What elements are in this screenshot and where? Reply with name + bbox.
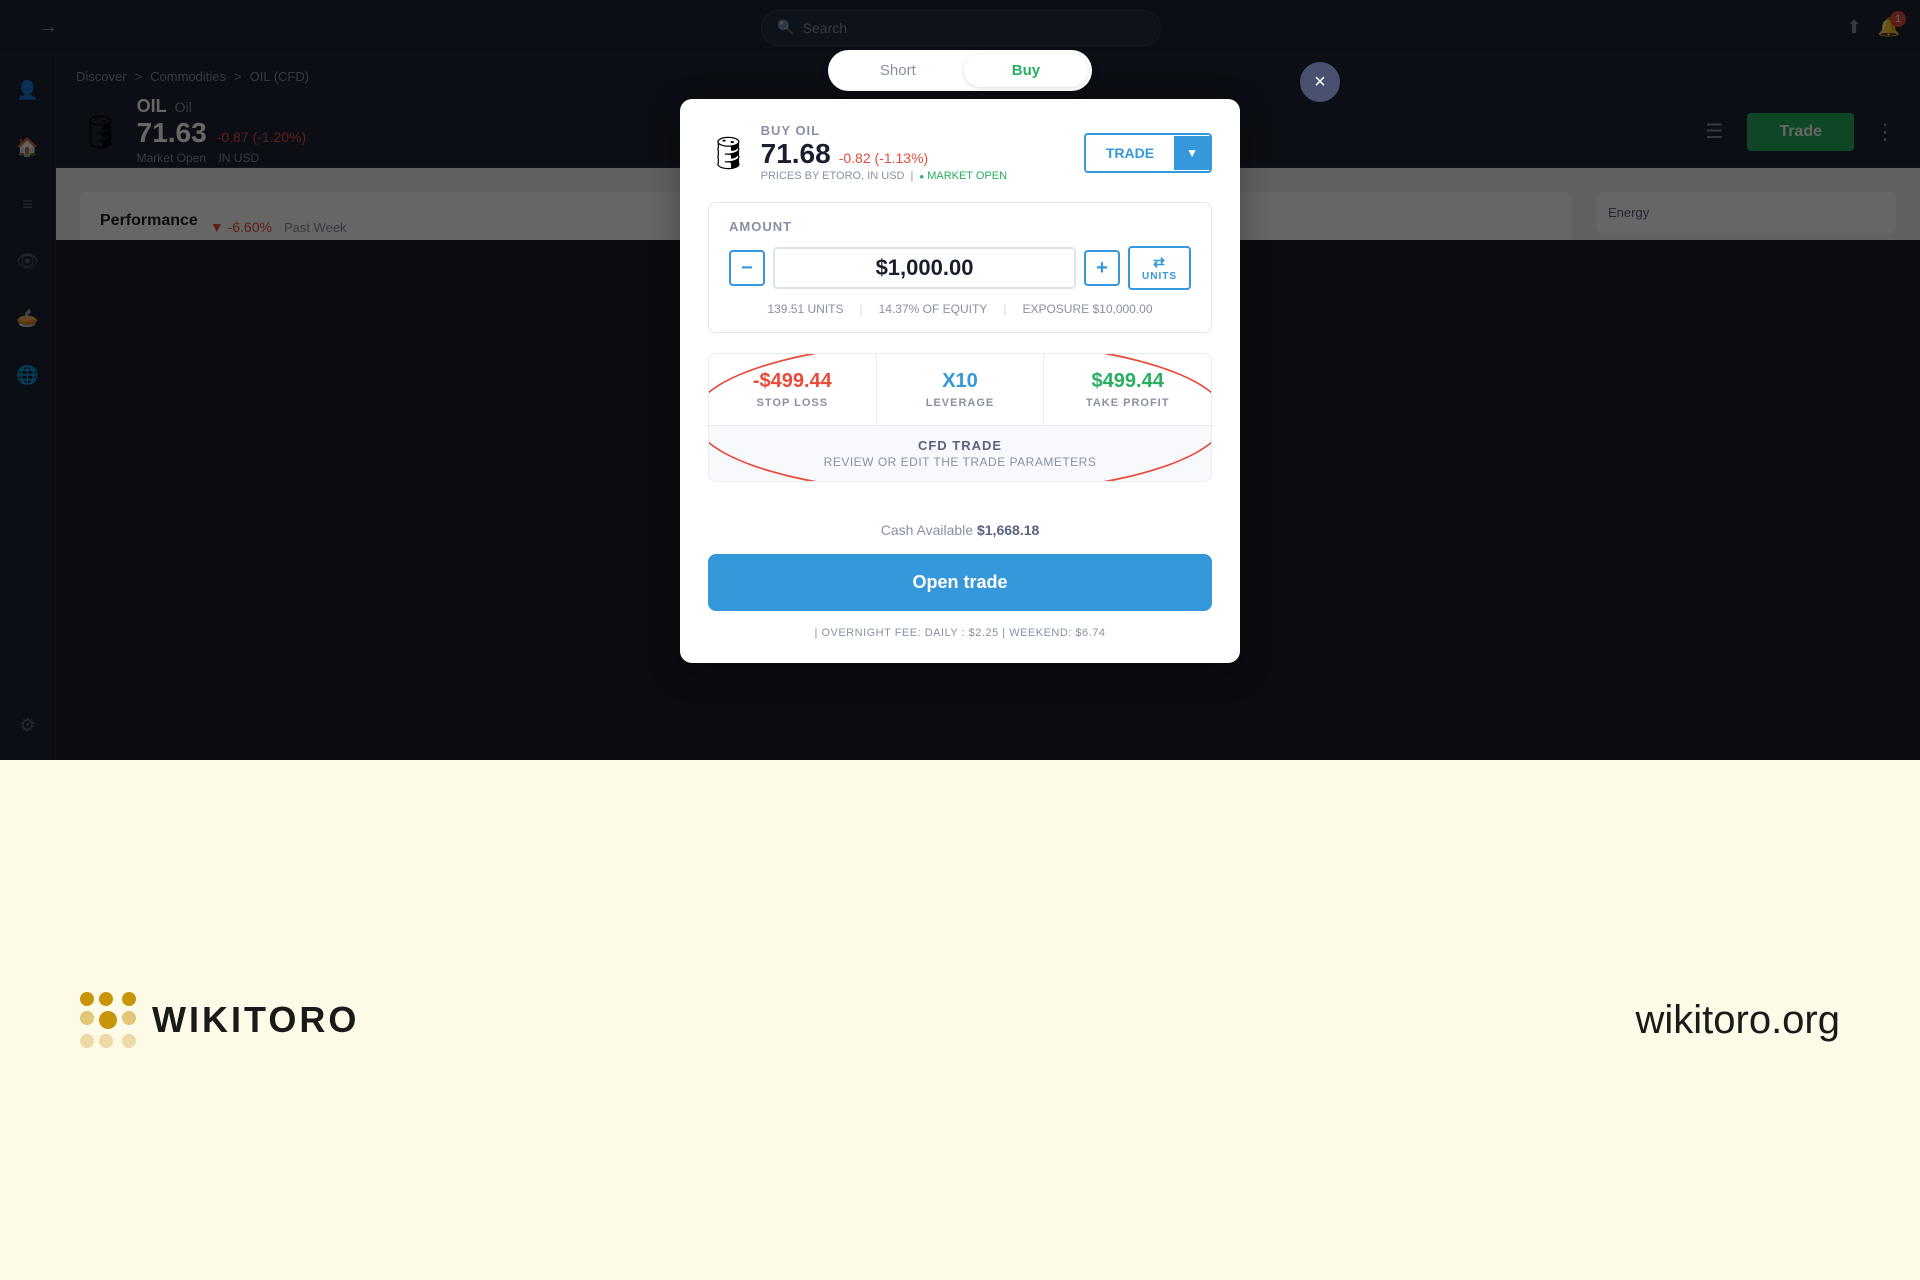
footer: WIKITORO wikitoro.org bbox=[0, 760, 1920, 1280]
leverage-value: X10 bbox=[889, 370, 1032, 393]
decrease-amount-button[interactable]: − bbox=[729, 250, 765, 286]
modal-asset-left: 🛢 BUY OIL 71.68 -0.82 (-1.13%) PRICES BY… bbox=[708, 123, 1007, 182]
amount-units: 139.51 UNITS bbox=[767, 302, 843, 316]
overnight-fee: | OVERNIGHT FEE: DAILY : $2.25 | WEEKEND… bbox=[708, 627, 1212, 639]
take-profit-value: $499.44 bbox=[1056, 370, 1199, 393]
logo-dot bbox=[80, 992, 94, 1006]
amount-section: AMOUNT − $1,000.00 + ⇄ UNITS 139.51 UNIT… bbox=[708, 202, 1212, 333]
logo-dots-grid bbox=[80, 992, 136, 1048]
stop-loss-value: -$499.44 bbox=[721, 370, 864, 393]
tab-buy[interactable]: Buy bbox=[964, 54, 1088, 87]
trade-dropdown-button[interactable]: TRADE bbox=[1086, 135, 1174, 171]
market-open-indicator: ● MARKET OPEN bbox=[919, 170, 1007, 182]
footer-logo: WIKITORO bbox=[80, 992, 359, 1048]
increase-amount-button[interactable]: + bbox=[1084, 250, 1120, 286]
trade-dropdown-arrow[interactable]: ▼ bbox=[1174, 136, 1210, 170]
tab-short[interactable]: Short bbox=[832, 54, 964, 87]
trade-dropdown[interactable]: TRADE ▼ bbox=[1084, 133, 1212, 173]
modal-bottom: Cash Available $1,668.18 Open trade | OV… bbox=[680, 522, 1240, 663]
modal-price-meta: PRICES BY ETORO, IN USD | ● MARKET OPEN bbox=[761, 170, 1007, 182]
amount-value[interactable]: $1,000.00 bbox=[773, 247, 1076, 289]
units-label: UNITS bbox=[1142, 271, 1177, 282]
stop-loss-label: STOP LOSS bbox=[721, 397, 864, 409]
take-profit-label: TAKE PROFIT bbox=[1056, 397, 1199, 409]
modal-body: 🛢 BUY OIL 71.68 -0.82 (-1.13%) PRICES BY… bbox=[680, 99, 1240, 522]
logo-dot bbox=[80, 1034, 94, 1048]
modal-asset-details: BUY OIL 71.68 -0.82 (-1.13%) PRICES BY E… bbox=[761, 123, 1007, 182]
amount-label: AMOUNT bbox=[729, 219, 1191, 234]
footer-site-url: wikitoro.org bbox=[1635, 998, 1840, 1043]
amount-equity: 14.37% OF EQUITY bbox=[879, 302, 988, 316]
modal-close-button[interactable]: × bbox=[1300, 62, 1340, 102]
cfd-note: CFD TRADE REVIEW OR EDIT THE TRADE PARAM… bbox=[709, 425, 1211, 481]
logo-dot bbox=[80, 1011, 94, 1025]
leverage-cell[interactable]: X10 LEVERAGE bbox=[877, 354, 1045, 425]
platform-background: → 🔍 Search ⬆ 🔔 1 👤 🏠 ≡ 👁 🥧 🌐 ⚙ Discov bbox=[0, 0, 1920, 760]
logo-dot bbox=[99, 992, 113, 1006]
logo-dot bbox=[99, 1034, 113, 1048]
oil-icon: 🛢 bbox=[708, 134, 749, 172]
cfd-title: CFD TRADE bbox=[721, 438, 1199, 453]
params-row: -$499.44 STOP LOSS X10 LEVERAGE $499.44 … bbox=[709, 354, 1211, 425]
logo-dot bbox=[122, 1034, 136, 1048]
units-toggle-button[interactable]: ⇄ UNITS bbox=[1128, 246, 1191, 290]
amount-meta: 139.51 UNITS | 14.37% OF EQUITY | EXPOSU… bbox=[729, 302, 1191, 316]
cash-amount: $1,668.18 bbox=[977, 522, 1039, 538]
logo-dot-large bbox=[99, 1011, 117, 1029]
modal-buy-label: BUY OIL bbox=[761, 123, 1007, 138]
modal-tabs: Short Buy bbox=[680, 50, 1240, 91]
stop-loss-cell[interactable]: -$499.44 STOP LOSS bbox=[709, 354, 877, 425]
modal-price-change: -0.82 (-1.13%) bbox=[839, 150, 928, 166]
logo-dot bbox=[122, 1011, 136, 1025]
modal-price: 71.68 bbox=[761, 138, 831, 170]
cash-available: Cash Available $1,668.18 bbox=[708, 522, 1212, 538]
leverage-label: LEVERAGE bbox=[889, 397, 1032, 409]
footer-logo-text: WIKITORO bbox=[152, 999, 359, 1041]
units-icon: ⇄ bbox=[1153, 254, 1166, 271]
modal-asset-info: 🛢 BUY OIL 71.68 -0.82 (-1.13%) PRICES BY… bbox=[708, 123, 1212, 182]
trade-params: -$499.44 STOP LOSS X10 LEVERAGE $499.44 … bbox=[708, 353, 1212, 482]
amount-exposure: EXPOSURE $10,000.00 bbox=[1022, 302, 1152, 316]
amount-controls: − $1,000.00 + ⇄ UNITS bbox=[729, 246, 1191, 290]
tab-bar: Short Buy bbox=[828, 50, 1092, 91]
cfd-subtitle: REVIEW OR EDIT THE TRADE PARAMETERS bbox=[721, 455, 1199, 469]
take-profit-cell[interactable]: $499.44 TAKE PROFIT bbox=[1044, 354, 1211, 425]
trade-modal-container: Short Buy × 🛢 BUY OIL 71.68 -0.82 ( bbox=[680, 50, 1240, 663]
open-trade-button[interactable]: Open trade bbox=[708, 554, 1212, 611]
trade-modal: 🛢 BUY OIL 71.68 -0.82 (-1.13%) PRICES BY… bbox=[680, 99, 1240, 663]
logo-dot bbox=[122, 992, 136, 1006]
